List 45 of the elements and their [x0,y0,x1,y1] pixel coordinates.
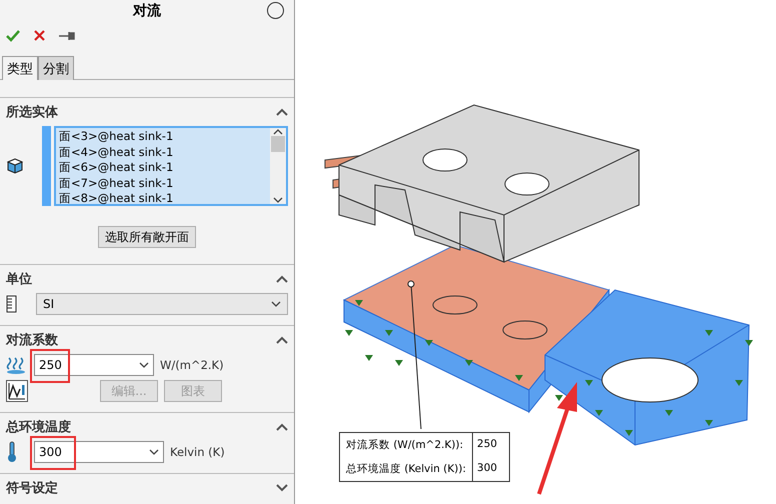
list-item[interactable]: 面<7>@heat sink-1 [59,176,267,191]
caret-icon [271,301,281,307]
callout-label: 对流系数 (W/(m^2.K)): [340,433,474,457]
callout-label: 总环境温度 (Kelvin (K)): [340,457,474,481]
panel-title: 对流 [133,2,161,20]
scrollbar[interactable] [270,128,286,204]
list-item[interactable]: 面<6>@heat sink-1 [59,160,267,176]
collapse-icon[interactable] [276,275,288,283]
pin-icon[interactable] [59,30,75,40]
callout-value: 300 [476,461,498,476]
list-item[interactable]: 面<3>@heat sink-1 [59,129,267,144]
unit-label: W/(m^2.K) [160,358,224,372]
collapse-icon[interactable] [276,336,288,344]
unit-label: Kelvin (K) [170,445,225,459]
section-title: 对流系数 [6,332,58,349]
thermometer-icon [6,441,18,463]
callout-value: 250 [476,437,498,452]
entity-list[interactable]: 面<3>@heat sink-1 面<4>@heat sink-1 面<6>@heat sink-1 面<7>@heat sink-1 面<8>@heat sink-1 [54,126,288,206]
close-icon[interactable] [34,30,45,41]
ruler-icon [6,295,18,313]
scroll-down-icon[interactable] [273,196,283,204]
convection-icon [6,355,28,375]
tab[interactable]: 分割 [38,56,74,80]
units-dropdown[interactable]: SI [36,293,288,315]
chart-icon[interactable] [6,380,28,402]
select-open-faces-button[interactable]: 选取所有敞开面 [98,226,196,248]
tab[interactable]: 类型 [2,56,38,80]
caret-icon [139,362,149,368]
section-title: 单位 [6,271,32,288]
caret-icon [149,449,159,455]
scroll-up-icon[interactable] [273,128,283,136]
ambient-temperature-field[interactable]: 300 [34,441,164,463]
help-icon[interactable] [267,2,284,19]
checkmark-icon[interactable] [6,30,20,42]
list-item[interactable]: 面<4>@heat sink-1 [59,144,267,160]
expand-icon[interactable] [276,484,288,492]
section-title: 总环境温度 [6,418,71,436]
section-title: 所选实体 [6,104,58,121]
section-title: 符号设定 [6,480,58,497]
scroll-thumb[interactable] [271,136,285,152]
collapse-icon[interactable] [276,108,288,116]
list-item[interactable]: 面<8>@heat sink-1 [59,191,267,204]
cube-icon [6,157,24,175]
convection-coefficient-field[interactable]: 250 [34,354,154,376]
collapse-icon[interactable] [276,423,288,431]
